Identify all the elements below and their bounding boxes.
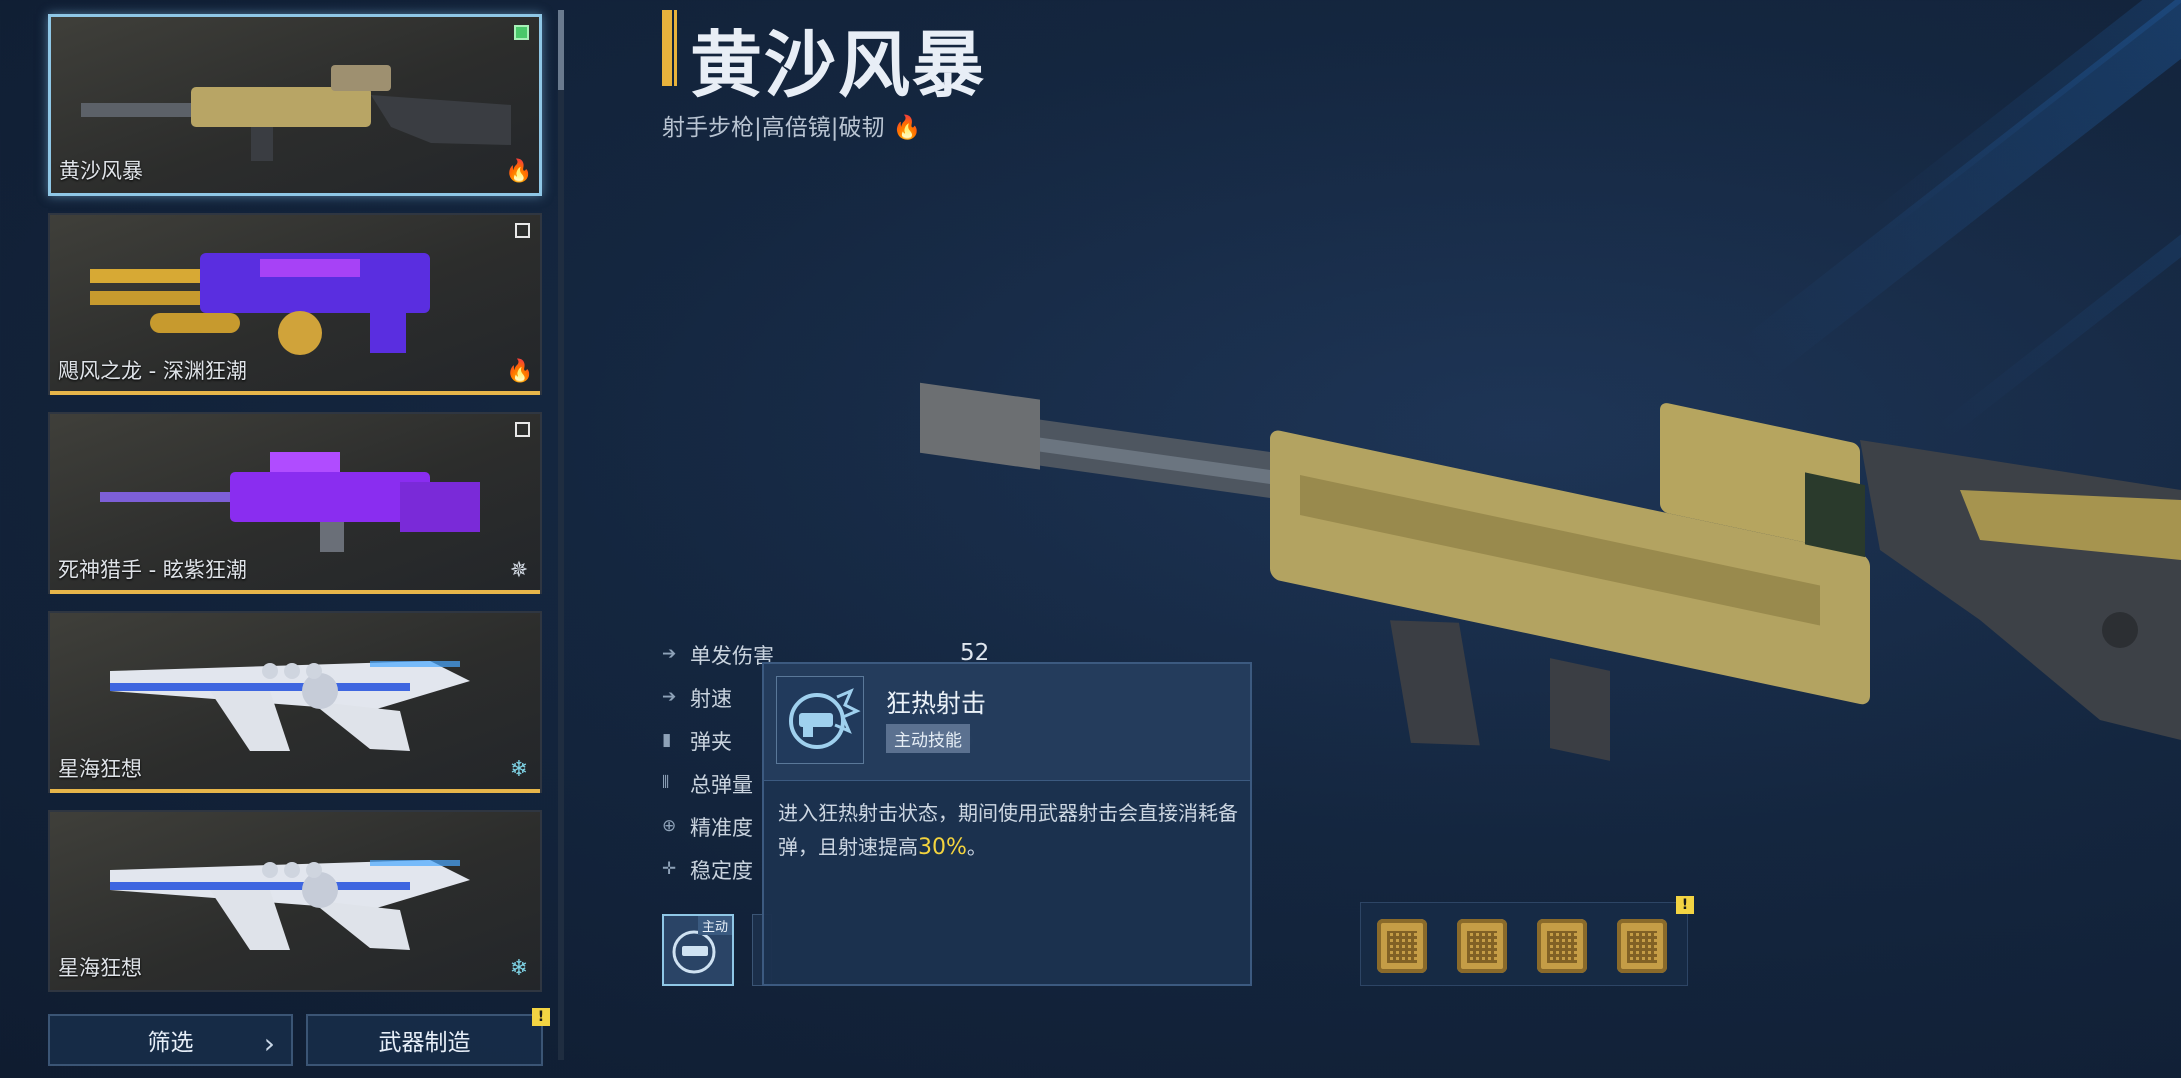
flame-icon: 🔥 [505,159,533,184]
weapon-card[interactable]: 死神猎手 - 眩紫狂潮 ✵ [48,412,542,594]
skill-tooltip: 狂热射击 主动技能 进入狂热射击状态，期间使用武器射击会直接消耗备弹，且射速提高… [762,662,1252,986]
attachment-chip-icon[interactable] [1457,919,1507,973]
star-burst-icon: ✵ [509,558,529,583]
attachment-slots [1360,902,1688,986]
notice-badge: ! [1676,896,1694,914]
weapon-card-name: 飓风之龙 - 深渊狂潮 [58,359,247,383]
magazine-icon: ▮ [662,730,672,750]
notice-badge: ! [532,1008,550,1026]
skill-slot-active[interactable]: 主动 [662,914,734,986]
title-accent-bar [674,10,677,86]
weapon-card-name: 星海狂想 [58,956,142,980]
stat-label: 总弹量 [690,773,753,797]
crosshair-icon: ⊕ [662,816,677,836]
weapon-card[interactable]: 黄沙风暴 🔥 [48,14,542,196]
stat-label: 射速 [690,687,732,711]
skill-slot-tag: 主动 [697,916,732,935]
weapon-card-name: 黄沙风暴 [59,159,143,183]
weapon-title: 黄沙风暴 [690,23,987,107]
weapon-card[interactable]: 星海狂想 ❄ [48,810,542,992]
ammo-icon: ⫴ [662,773,670,793]
flame-icon: 🔥 [506,359,534,384]
snowflake-icon: ❄ [509,956,529,981]
filter-button-label: 筛选 [147,1030,194,1056]
card-underline [50,789,540,793]
skill-name: 狂热射击 [886,689,987,718]
weapon-thumbnail [81,65,511,161]
weapon-craft-button-label: 武器制造 [378,1030,471,1056]
chevron-right-icon: › [263,1027,275,1060]
attachment-chip-icon[interactable] [1617,919,1667,973]
stat-label: 弹夹 [690,730,732,754]
skill-desc-suffix: 。 [966,835,987,859]
stability-icon: ✛ [662,859,677,879]
skill-type-badge: 主动技能 [886,724,970,753]
list-scrollbar[interactable] [558,10,564,1060]
checkbox[interactable] [514,25,529,40]
skill-desc-text: 进入狂热射击状态，期间使用武器射击会直接消耗备弹，且射速提高 [778,801,1238,859]
skill-desc-highlight: 30% [918,835,967,860]
flame-icon: 🔥 [892,115,922,141]
burst-gun-icon [789,688,861,749]
attachment-chip-icon[interactable] [1377,919,1427,973]
weapon-thumbnail [110,661,470,751]
weapon-thumbnail [110,860,470,950]
card-underline [50,391,540,395]
bg-streak [1864,0,2181,238]
weapon-thumbnail [100,452,480,552]
weapon-list: 黄沙风暴 🔥 飓风之龙 - 深渊狂潮 🔥 死神猎手 - 眩紫狂潮 ✵ 星海狂想 … [48,14,544,1009]
card-underline [50,590,540,594]
weapon-thumbnail [90,253,430,355]
weapon-tags: 射手步枪|高倍镜|破韧 🔥 [662,108,921,142]
weapon-card[interactable]: 星海狂想 ❄ [48,611,542,793]
filter-button[interactable]: 筛选 › [48,1014,293,1066]
title-accent-bar [662,10,672,86]
scrollbar-thumb[interactable] [558,10,564,90]
stat-label: 稳定度 [690,859,753,883]
weapon-tags-text: 射手步枪|高倍镜|破韧 [662,115,885,141]
weapon-card[interactable]: 飓风之龙 - 深渊狂潮 🔥 [48,213,542,395]
weapon-card-name: 星海狂想 [58,757,142,781]
checkbox[interactable] [515,422,530,437]
weapon-craft-button[interactable]: 武器制造 [306,1014,543,1066]
stat-label: 精准度 [690,816,753,840]
checkbox[interactable] [515,223,530,238]
snowflake-icon: ❄ [509,757,529,782]
skill-icon [776,676,864,764]
fire-rate-icon: ➔ [662,687,677,707]
weapon-card-name: 死神猎手 - 眩紫狂潮 [58,558,247,582]
skill-tooltip-header: 狂热射击 主动技能 [764,664,1250,781]
attachment-chip-icon[interactable] [1537,919,1587,973]
skill-description: 进入狂热射击状态，期间使用武器射击会直接消耗备弹，且射速提高30%。 [778,796,1240,865]
damage-icon: ➔ [662,644,677,664]
